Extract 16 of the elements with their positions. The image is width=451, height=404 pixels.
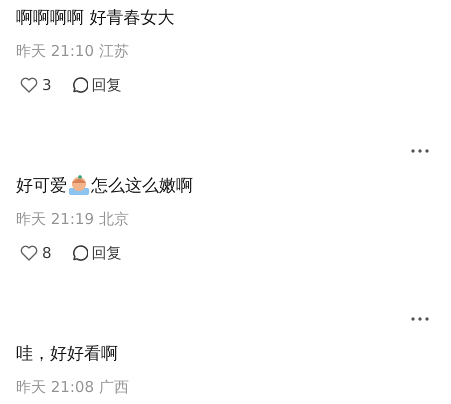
comment-text: 怎么这么嫩啊 (91, 174, 193, 196)
comment-text: 啊啊啊啊 好青春女大 (16, 6, 174, 28)
sticker-icon (68, 174, 90, 196)
more-icon[interactable] (411, 149, 429, 153)
comment-meta: 昨天 21:08 广西 (16, 378, 129, 396)
comment-meta: 昨天 21:19 北京 (16, 210, 129, 228)
heart-icon (20, 77, 38, 93)
comment-text: 好可爱 (16, 174, 67, 196)
reply-button[interactable]: 回复 (70, 244, 122, 262)
like-button[interactable]: 3 (20, 76, 52, 94)
more-icon[interactable] (411, 317, 429, 321)
reply-button[interactable]: 回复 (70, 76, 122, 94)
comment-meta: 昨天 21:10 江苏 (16, 42, 129, 60)
heart-icon (20, 245, 38, 261)
like-button[interactable]: 8 (20, 244, 52, 262)
comment-text: 哇，好好看啊 (16, 342, 118, 364)
